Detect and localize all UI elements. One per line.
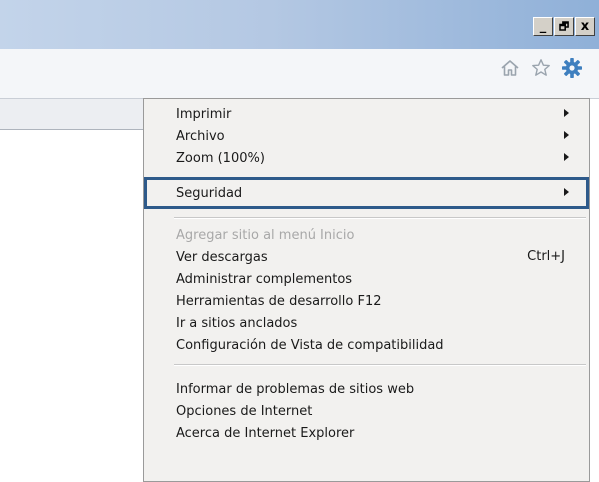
command-bar [0, 49, 599, 99]
submenu-arrow-icon [564, 109, 569, 117]
menu-item-label: Herramientas de desarrollo F12 [176, 293, 382, 309]
menu-item-label: Zoom (100%) [176, 150, 265, 166]
menu-item-label: Archivo [176, 128, 225, 144]
favorites-star-icon[interactable] [530, 57, 552, 79]
menu-item-label: Configuración de Vista de compatibilidad [176, 337, 444, 353]
menu-item-label: Ir a sitios anclados [176, 315, 298, 331]
menu-item-label: Informar de problemas de sitios web [176, 381, 415, 397]
menu-separator [174, 217, 586, 219]
menu-separator [174, 364, 586, 366]
tools-gear-icon[interactable] [561, 57, 583, 79]
menu-item-acerca-de[interactable]: Acerca de Internet Explorer [144, 422, 589, 444]
menu-item-archivo[interactable]: Archivo [144, 125, 589, 147]
close-button[interactable]: x [575, 17, 595, 36]
menu-item-label: Agregar sitio al menú Inicio [176, 227, 355, 243]
home-icon[interactable] [499, 57, 521, 79]
menu-item-imprimir[interactable]: Imprimir [144, 103, 589, 125]
highlight-box [144, 177, 589, 209]
menu-item-informar-problemas[interactable]: Informar de problemas de sitios web [144, 378, 589, 400]
menu-item-label: Opciones de Internet [176, 403, 313, 419]
menu-item-label: Imprimir [176, 106, 232, 122]
toolbar-icons [499, 57, 583, 79]
maximize-icon: 🗗 [558, 20, 570, 33]
menu-item-label: Acerca de Internet Explorer [176, 425, 355, 441]
menu-item-opciones-internet[interactable]: Opciones de Internet [144, 400, 589, 422]
submenu-arrow-icon [564, 131, 569, 139]
menu-item-shortcut: Ctrl+J [527, 249, 565, 264]
menu-item-agregar-sitio: Agregar sitio al menú Inicio [144, 224, 589, 246]
menu-item-ver-descargas[interactable]: Ver descargas Ctrl+J [144, 246, 589, 268]
menu-item-sitios-anclados[interactable]: Ir a sitios anclados [144, 312, 589, 334]
title-bar: _ 🗗 x [0, 0, 599, 49]
maximize-button[interactable]: 🗗 [554, 17, 574, 36]
tools-menu: Imprimir Archivo Zoom (100%) Seguridad A… [143, 98, 590, 482]
menu-item-vista-compatibilidad[interactable]: Configuración de Vista de compatibilidad [144, 334, 589, 356]
minimize-button[interactable]: _ [533, 17, 553, 36]
minimize-icon: _ [539, 19, 547, 34]
window-controls: _ 🗗 x [533, 17, 595, 36]
menu-item-administrar-complementos[interactable]: Administrar complementos [144, 268, 589, 290]
menu-item-herramientas-desarrollo[interactable]: Herramientas de desarrollo F12 [144, 290, 589, 312]
menu-item-label: Ver descargas [176, 249, 268, 265]
menu-item-zoom[interactable]: Zoom (100%) [144, 147, 589, 169]
tab-strip [0, 99, 145, 130]
close-icon: x [580, 19, 590, 34]
submenu-arrow-icon [564, 153, 569, 161]
menu-item-label: Administrar complementos [176, 271, 353, 287]
